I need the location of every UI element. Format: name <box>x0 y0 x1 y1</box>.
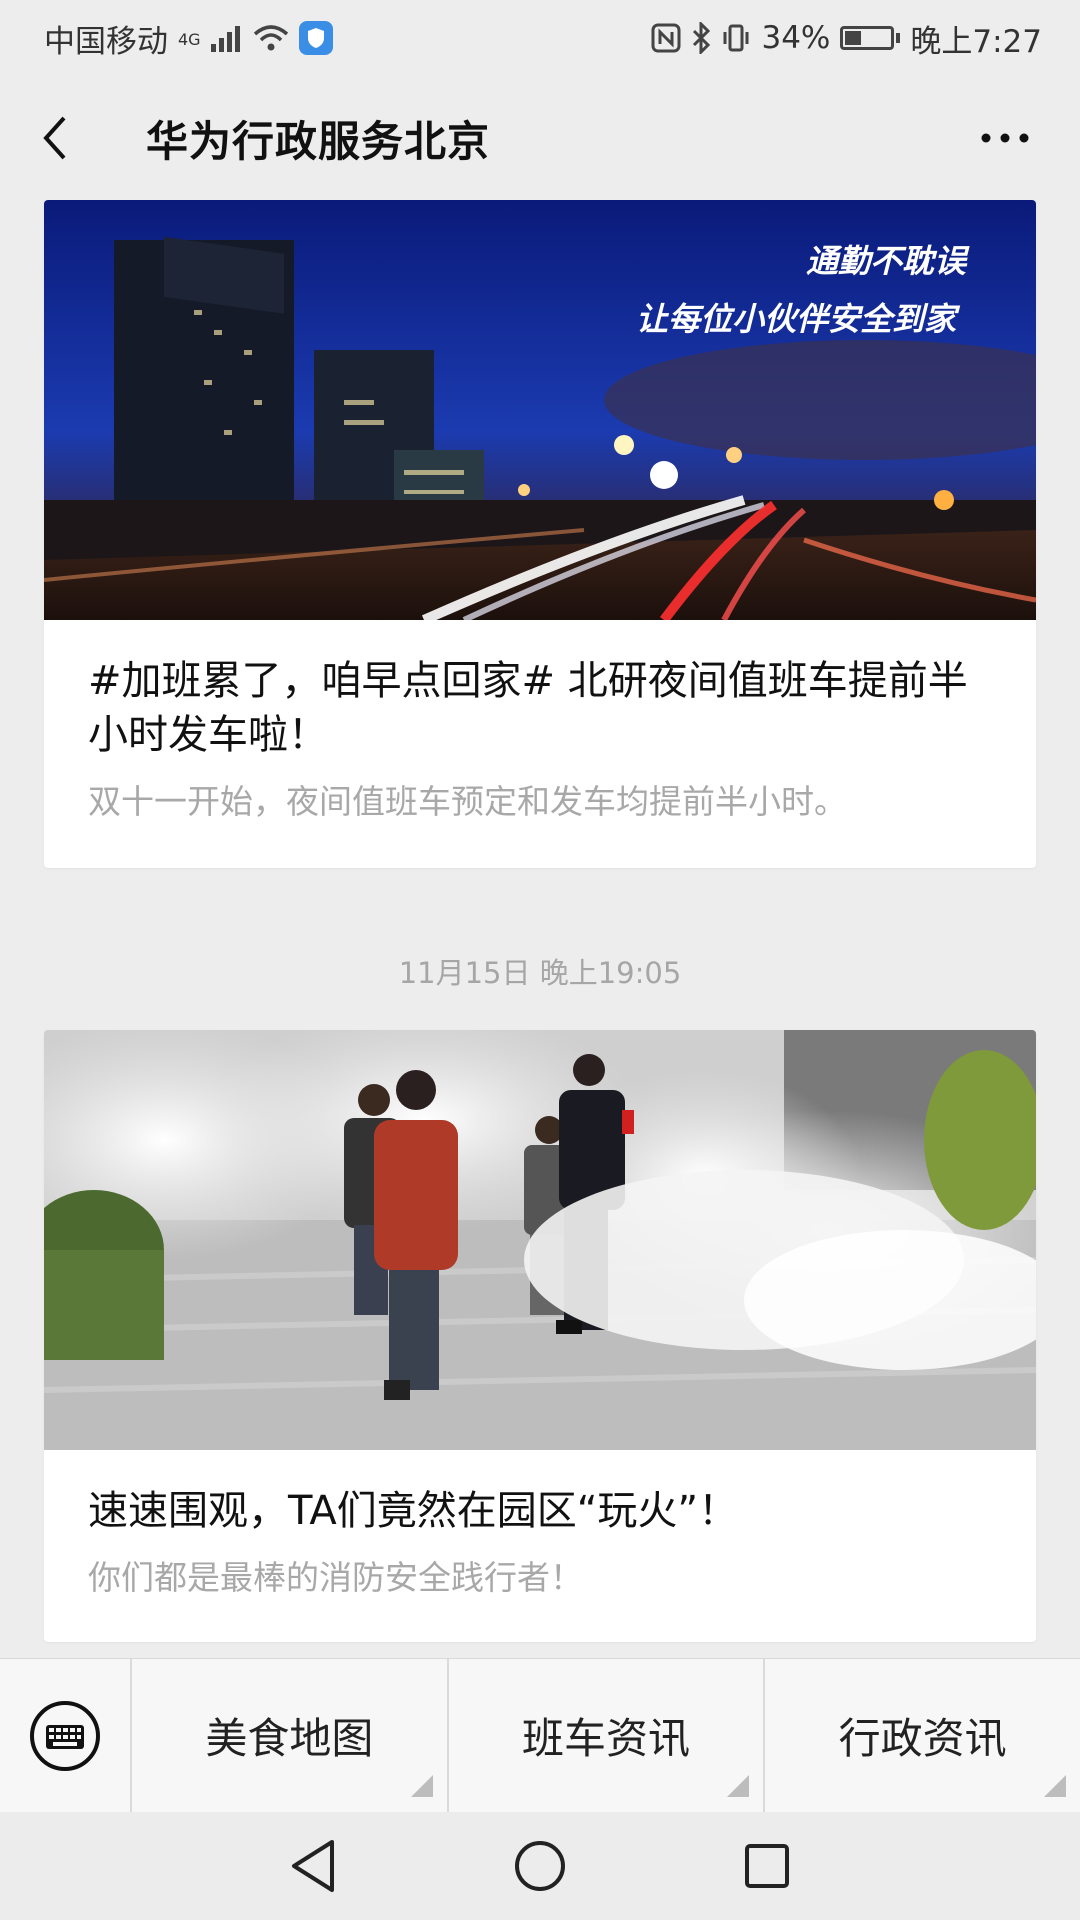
menu-shuttle-info[interactable]: 班车资讯 <box>446 1658 764 1813</box>
clock: 晚上7:27 <box>910 23 1042 60</box>
status-left: 中国移动 4G <box>44 16 333 61</box>
nav-recents-button[interactable] <box>722 1821 812 1911</box>
menu-item-label: 美食地图 <box>205 1714 374 1763</box>
status-right: 34% 晚上7:27 <box>651 16 1042 61</box>
article-card-shuttle[interactable]: 通勤不耽误 让每位小伙伴安全到家 #加班累了，咱早点回家# 北研夜间值班车提前半… <box>44 200 1036 868</box>
article-cover-image <box>44 1030 1036 1450</box>
keyboard-toggle-button[interactable] <box>0 1659 130 1813</box>
article-card-fire-drill[interactable]: 速速围观，TA们竟然在园区“玩火”！ 你们都是最棒的消防安全践行者！ <box>44 1030 1036 1642</box>
battery-icon <box>840 26 901 50</box>
nav-back-button[interactable] <box>268 1821 358 1911</box>
title-bar: 华为行政服务北京 <box>0 76 1080 200</box>
system-nav-bar <box>0 1812 1080 1920</box>
more-dots-icon <box>981 133 1029 143</box>
cover-headline-2: 让每位小伙伴安全到家 <box>636 300 961 338</box>
triangle-back-icon <box>292 1840 335 1892</box>
page-title: 华为行政服务北京 <box>146 116 491 166</box>
menu-item-label: 班车资讯 <box>522 1714 691 1763</box>
bluetooth-icon <box>691 22 711 54</box>
chevron-left-icon <box>43 116 66 160</box>
menu-food-map[interactable]: 美食地图 <box>130 1658 447 1813</box>
custom-menu-bar: 美食地图 班车资讯 行政资讯 <box>0 1658 1080 1813</box>
back-button[interactable] <box>40 98 100 178</box>
article-title[interactable]: 速速围观，TA们竟然在园区“玩火”！ <box>88 1484 992 1538</box>
more-button[interactable] <box>970 108 1040 168</box>
cover-headline-1: 通勤不耽误 <box>806 242 970 280</box>
keyboard-icon <box>30 1700 100 1771</box>
shield-icon <box>298 21 333 55</box>
article-title[interactable]: #加班累了，咱早点回家# 北研夜间值班车提前半小时发车啦！ <box>88 654 992 762</box>
nfc-icon <box>651 23 681 53</box>
submenu-indicator-icon <box>727 1774 750 1797</box>
article-description: 你们都是最棒的消防安全践行者！ <box>88 1558 583 1597</box>
article-cover-image: 通勤不耽误 让每位小伙伴安全到家 <box>44 200 1036 620</box>
menu-admin-info[interactable]: 行政资讯 <box>763 1658 1080 1813</box>
network-type-label: 4G <box>178 29 201 49</box>
square-recents-icon <box>744 1844 789 1888</box>
carrier-label: 中国移动 <box>44 23 168 60</box>
nav-home-button[interactable] <box>495 1821 585 1911</box>
signal-icon <box>210 24 243 52</box>
submenu-indicator-icon <box>410 1774 433 1797</box>
submenu-indicator-icon <box>1044 1774 1067 1797</box>
status-bar: 中国移动 4G 34% 晚上7:27 <box>0 0 1080 76</box>
menu-item-label: 行政资讯 <box>838 1714 1007 1763</box>
article-description: 双十一开始，夜间值班车预定和发车均提前半小时。 <box>88 782 847 821</box>
vibrate-icon <box>721 23 751 53</box>
message-timestamp: 11月15日 晚上19:05 <box>398 956 682 990</box>
circle-home-icon <box>514 1841 565 1891</box>
wifi-icon <box>253 24 289 52</box>
battery-percent: 34% <box>761 20 831 56</box>
